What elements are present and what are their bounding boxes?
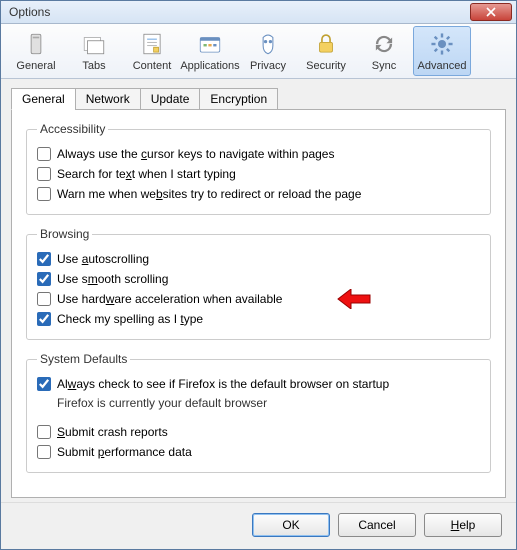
- browsing-group: Browsing Use autoscrolling Use smooth scro…: [26, 227, 491, 340]
- toolbar-security[interactable]: Security: [297, 26, 355, 76]
- system-item-0-row: Always check to see if Firefox is the de…: [37, 374, 480, 394]
- accessibility-group: Accessibility Always use the cursor keys …: [26, 122, 491, 215]
- toolbar-label: Security: [306, 60, 346, 72]
- browsing-item-0-checkbox[interactable]: [37, 252, 51, 266]
- browsing-item-3-row: Check my spelling as I type: [37, 309, 480, 329]
- dialog-buttons: OK Cancel Help: [1, 502, 516, 549]
- browsing-legend: Browsing: [37, 227, 92, 241]
- system-group: System Defaults Always check to see if Fi…: [26, 352, 491, 473]
- advanced-subtabs: GeneralNetworkUpdateEncryption: [11, 88, 506, 110]
- browsing-item-3-checkbox[interactable]: [37, 312, 51, 326]
- toolbar-privacy[interactable]: Privacy: [239, 26, 297, 76]
- system-extra-1-row: Submit performance data: [37, 442, 480, 462]
- sync-icon: [370, 30, 398, 58]
- toolbar-label: Tabs: [82, 60, 105, 72]
- general-icon: [22, 30, 50, 58]
- toolbar-label: Sync: [372, 60, 396, 72]
- toolbar-label: Applications: [180, 60, 239, 72]
- security-icon: [312, 30, 340, 58]
- toolbar-label: Content: [133, 60, 172, 72]
- toolbar-content[interactable]: Content: [123, 26, 181, 76]
- browsing-item-1-label[interactable]: Use smooth scrolling: [57, 272, 480, 286]
- ok-button[interactable]: OK: [252, 513, 330, 537]
- accessibility-item-0-row: Always use the cursor keys to navigate w…: [37, 144, 480, 164]
- toolbar-label: Advanced: [418, 60, 467, 72]
- privacy-icon: [254, 30, 282, 58]
- close-button[interactable]: [470, 3, 512, 21]
- toolbar-tabs[interactable]: Tabs: [65, 26, 123, 76]
- subtab-encryption[interactable]: Encryption: [199, 88, 278, 110]
- cancel-button[interactable]: Cancel: [338, 513, 416, 537]
- browsing-item-0-row: Use autoscrolling: [37, 249, 480, 269]
- titlebar: Options: [1, 1, 516, 24]
- subtab-update[interactable]: Update: [140, 88, 201, 110]
- accessibility-item-0-label[interactable]: Always use the cursor keys to navigate w…: [57, 147, 480, 161]
- toolbar-applications[interactable]: Applications: [181, 26, 239, 76]
- toolbar-sync[interactable]: Sync: [355, 26, 413, 76]
- content-icon: [138, 30, 166, 58]
- advanced-icon: [428, 30, 456, 58]
- accessibility-item-0-checkbox[interactable]: [37, 147, 51, 161]
- toolbar-label: General: [16, 60, 55, 72]
- accessibility-item-2-label[interactable]: Warn me when websites try to redirect or…: [57, 187, 480, 201]
- options-window: Options General Tabs Content Applications Pr…: [0, 0, 517, 550]
- window-title: Options: [9, 5, 470, 19]
- accessibility-item-1-checkbox[interactable]: [37, 167, 51, 181]
- browsing-item-2-row: Use hardware acceleration when available: [37, 289, 480, 309]
- system-extra-0-checkbox[interactable]: [37, 425, 51, 439]
- close-icon: [486, 7, 496, 17]
- content-area: GeneralNetworkUpdateEncryption Accessibi…: [1, 79, 516, 502]
- toolbar-label: Privacy: [250, 60, 286, 72]
- category-toolbar: General Tabs Content Applications Privacy Sec…: [1, 24, 516, 79]
- system-item-0-label[interactable]: Always check to see if Firefox is the de…: [57, 377, 480, 391]
- subtab-network[interactable]: Network: [75, 88, 141, 110]
- system-extra-1-label[interactable]: Submit performance data: [57, 445, 480, 459]
- system-legend: System Defaults: [37, 352, 130, 366]
- browsing-item-2-checkbox[interactable]: [37, 292, 51, 306]
- system-extra-0-label[interactable]: Submit crash reports: [57, 425, 480, 439]
- browsing-item-1-row: Use smooth scrolling: [37, 269, 480, 289]
- toolbar-general[interactable]: General: [7, 26, 65, 76]
- accessibility-item-1-label[interactable]: Search for text when I start typing: [57, 167, 480, 181]
- general-subpanel: Accessibility Always use the cursor keys …: [11, 109, 506, 498]
- tabs-icon: [80, 30, 108, 58]
- system-extra-1-checkbox[interactable]: [37, 445, 51, 459]
- browsing-item-3-label[interactable]: Check my spelling as I type: [57, 312, 480, 326]
- accessibility-item-1-row: Search for text when I start typing: [37, 164, 480, 184]
- browsing-item-0-label[interactable]: Use autoscrolling: [57, 252, 480, 266]
- subtab-general[interactable]: General: [11, 88, 76, 110]
- applications-icon: [196, 30, 224, 58]
- browsing-item-2-label[interactable]: Use hardware acceleration when available: [57, 292, 480, 306]
- toolbar-advanced[interactable]: Advanced: [413, 26, 471, 76]
- system-item-0-checkbox[interactable]: [37, 377, 51, 391]
- accessibility-item-2-row: Warn me when websites try to redirect or…: [37, 184, 480, 204]
- default-browser-note: Firefox is currently your default browse…: [57, 394, 480, 414]
- accessibility-legend: Accessibility: [37, 122, 108, 136]
- browsing-item-1-checkbox[interactable]: [37, 272, 51, 286]
- accessibility-item-2-checkbox[interactable]: [37, 187, 51, 201]
- help-button[interactable]: Help: [424, 513, 502, 537]
- system-extra-0-row: Submit crash reports: [37, 422, 480, 442]
